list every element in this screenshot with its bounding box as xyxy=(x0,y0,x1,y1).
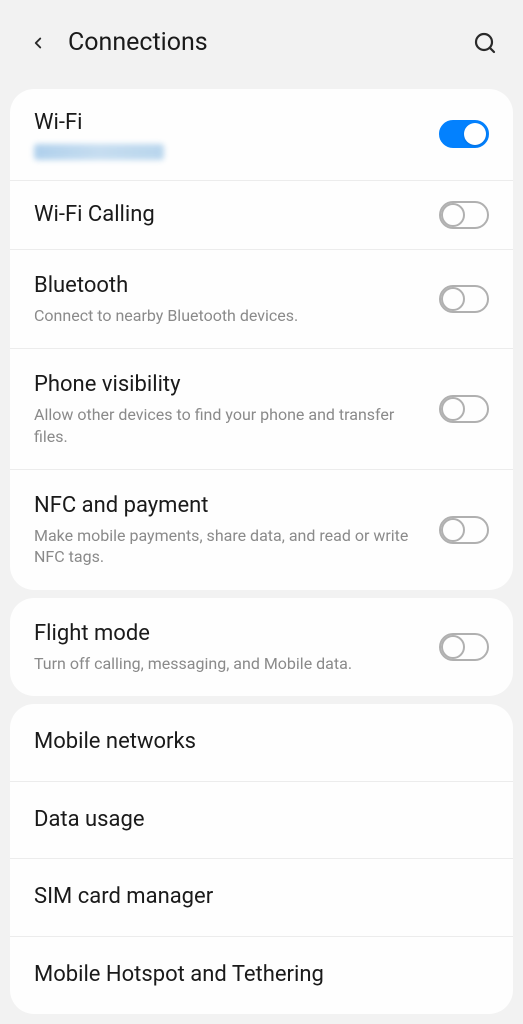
phone-visibility-toggle[interactable] xyxy=(439,395,489,423)
mobile-hotspot-text: Mobile Hotspot and Tethering xyxy=(34,961,489,990)
flight-mode-text: Flight mode Turn off calling, messaging,… xyxy=(34,620,439,674)
mobile-networks-row[interactable]: Mobile networks xyxy=(10,704,513,782)
wifi-toggle[interactable] xyxy=(439,120,489,148)
page-title: Connections xyxy=(68,28,471,57)
mobile-networks-text: Mobile networks xyxy=(34,728,489,757)
flight-mode-row[interactable]: Flight mode Turn off calling, messaging,… xyxy=(10,598,513,696)
connections-group-1: Wi-Fi Wi-Fi Calling Bluetooth Connect to… xyxy=(10,89,513,590)
wifi-row[interactable]: Wi-Fi xyxy=(10,89,513,181)
mobile-hotspot-label: Mobile Hotspot and Tethering xyxy=(34,961,473,990)
back-button[interactable] xyxy=(24,29,52,57)
search-icon xyxy=(473,31,497,55)
bluetooth-toggle[interactable] xyxy=(439,285,489,313)
wifi-calling-label: Wi-Fi Calling xyxy=(34,201,423,230)
flight-mode-desc: Turn off calling, messaging, and Mobile … xyxy=(34,653,423,675)
bluetooth-text: Bluetooth Connect to nearby Bluetooth de… xyxy=(34,272,439,326)
wifi-calling-toggle[interactable] xyxy=(439,201,489,229)
mobile-networks-label: Mobile networks xyxy=(34,728,473,757)
bluetooth-label: Bluetooth xyxy=(34,272,423,301)
connections-group-2: Flight mode Turn off calling, messaging,… xyxy=(10,598,513,696)
sim-card-manager-label: SIM card manager xyxy=(34,883,473,912)
data-usage-label: Data usage xyxy=(34,806,473,835)
connections-group-3: Mobile networks Data usage SIM card mana… xyxy=(10,704,513,1013)
phone-visibility-row[interactable]: Phone visibility Allow other devices to … xyxy=(10,349,513,470)
wifi-calling-text: Wi-Fi Calling xyxy=(34,201,439,230)
bluetooth-desc: Connect to nearby Bluetooth devices. xyxy=(34,305,423,327)
bluetooth-row[interactable]: Bluetooth Connect to nearby Bluetooth de… xyxy=(10,250,513,349)
back-icon xyxy=(29,34,47,52)
nfc-toggle[interactable] xyxy=(439,516,489,544)
nfc-label: NFC and payment xyxy=(34,492,423,521)
phone-visibility-text: Phone visibility Allow other devices to … xyxy=(34,371,439,447)
phone-visibility-desc: Allow other devices to find your phone a… xyxy=(34,404,423,447)
phone-visibility-label: Phone visibility xyxy=(34,371,423,400)
wifi-label: Wi-Fi xyxy=(34,109,423,138)
sim-card-manager-text: SIM card manager xyxy=(34,883,489,912)
header: Connections xyxy=(0,0,523,81)
search-button[interactable] xyxy=(471,29,499,57)
flight-mode-label: Flight mode xyxy=(34,620,423,649)
sim-card-manager-row[interactable]: SIM card manager xyxy=(10,859,513,937)
nfc-text: NFC and payment Make mobile payments, sh… xyxy=(34,492,439,568)
flight-mode-toggle[interactable] xyxy=(439,633,489,661)
wifi-text: Wi-Fi xyxy=(34,109,439,160)
mobile-hotspot-row[interactable]: Mobile Hotspot and Tethering xyxy=(10,937,513,1014)
data-usage-row[interactable]: Data usage xyxy=(10,782,513,860)
wifi-network-name xyxy=(34,144,164,160)
nfc-row[interactable]: NFC and payment Make mobile payments, sh… xyxy=(10,470,513,590)
wifi-calling-row[interactable]: Wi-Fi Calling xyxy=(10,181,513,251)
data-usage-text: Data usage xyxy=(34,806,489,835)
nfc-desc: Make mobile payments, share data, and re… xyxy=(34,525,423,568)
